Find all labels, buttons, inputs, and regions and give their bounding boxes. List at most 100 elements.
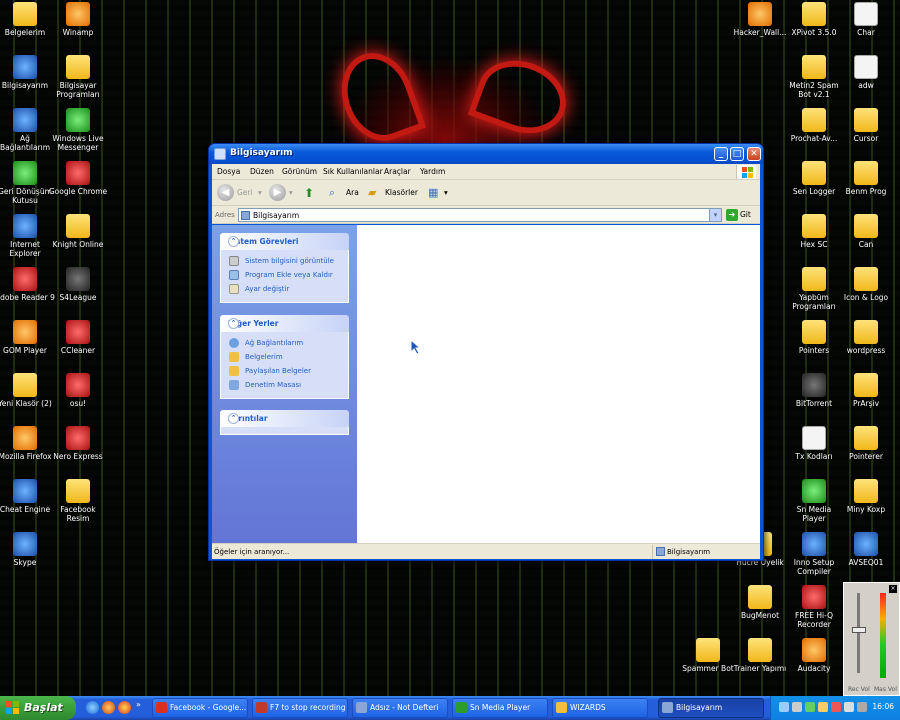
desktop-icon-adw[interactable]: adw	[836, 55, 896, 90]
desktop-icon-char[interactable]: Char	[836, 2, 896, 37]
desktop-icon-bugmenot[interactable]: BugMenot	[730, 585, 790, 620]
quicklaunch-expand-icon[interactable]: »	[136, 700, 141, 709]
desktop-icon-cursor[interactable]: Cursor	[836, 108, 896, 143]
desktop-icon-inno-setup[interactable]: Inno Setup Compiler	[784, 532, 844, 576]
menu-yardim[interactable]: Yardım	[420, 167, 445, 176]
desktop-icon-icon-logo[interactable]: Icon & Logo	[836, 267, 896, 302]
desktop-icon-gom-player[interactable]: GOM Player	[0, 320, 55, 355]
desktop-icon-can[interactable]: Can	[836, 214, 896, 249]
maximize-button[interactable]: □	[730, 147, 744, 161]
chrome-quicklaunch-icon[interactable]	[118, 701, 131, 714]
forward-dropdown-icon[interactable]: ▾	[289, 183, 293, 203]
desktop-icon-ccleaner[interactable]: CCleaner	[48, 320, 108, 355]
desktop-icon-skype[interactable]: Skype	[0, 532, 55, 567]
desktop-icon-winamp[interactable]: Winamp	[48, 2, 108, 37]
desktop-icon-sn-media-player[interactable]: Sn Media Player	[784, 479, 844, 523]
place-network-connections[interactable]: Ağ Bağlantılarım	[221, 336, 348, 350]
collapse-chevron-icon[interactable]: ⌃	[228, 318, 239, 329]
desktop-icon-xpivot[interactable]: XPivot 3.5.0	[784, 2, 844, 37]
desktop-icon-bilgisayarim[interactable]: Bilgisayarım	[0, 55, 55, 90]
file-list-area[interactable]	[357, 225, 760, 543]
up-folder-icon[interactable]: ⬆	[304, 183, 314, 203]
desktop-icon-s4league[interactable]: S4League	[48, 267, 108, 302]
desktop-icon-free-hq-recorder[interactable]: FREE Hi-Q Recorder	[784, 585, 844, 629]
desktop-icon-wordpress[interactable]: wordpress	[836, 320, 896, 355]
folders-icon[interactable]: ▰	[368, 183, 376, 203]
menu-gorunum[interactable]: Görünüm	[282, 167, 317, 176]
desktop-icon-bilgisayar-programlari[interactable]: Bilgisayar Programları	[48, 55, 108, 99]
desktop-icon-adobe-reader[interactable]: Adobe Reader 9	[0, 267, 55, 302]
taskbar-item[interactable]: WIZARDS	[552, 698, 648, 718]
go-button[interactable]: ➜ Git	[726, 208, 751, 222]
tray-icon[interactable]	[779, 702, 789, 712]
desktop-icon-miny-koxp[interactable]: Miny Koxp	[836, 479, 896, 514]
volume-tray-icon[interactable]	[844, 702, 854, 712]
desktop-icon-hex-sc[interactable]: Hex SC	[784, 214, 844, 249]
desktop-icon-cheat-engine[interactable]: Cheat Engine	[0, 479, 55, 514]
desktop-icon-google-chrome[interactable]: Google Chrome	[48, 161, 108, 196]
views-icon[interactable]: ▦	[428, 183, 438, 203]
task-change-setting[interactable]: Ayar değiştir	[221, 282, 348, 296]
window-titlebar[interactable]: Bilgisayarım _ □ ✕	[209, 144, 763, 164]
task-add-remove-programs[interactable]: Program Ekle veya Kaldır	[221, 268, 348, 282]
taskbar-item[interactable]: Adsız - Not Defteri	[352, 698, 448, 718]
rec-volume-slider[interactable]	[852, 627, 866, 633]
desktop-icon-osu[interactable]: osu!	[48, 373, 108, 408]
desktop-icon-mozilla-firefox[interactable]: Mozilla Firefox	[0, 426, 55, 461]
desktop-icon-nero-express[interactable]: Nero Express	[48, 426, 108, 461]
desktop-icon-belgelerim[interactable]: Belgelerim	[0, 2, 55, 37]
back-arrow-icon[interactable]: ◀	[217, 184, 234, 201]
views-dropdown-icon[interactable]: ▾	[444, 183, 448, 203]
taskbar-item[interactable]: Facebook - Google...	[152, 698, 248, 718]
desktop-icon-tx-kodlari[interactable]: Tx Kodları	[784, 426, 844, 461]
desktop-icon-windows-live-messenger[interactable]: Windows Live Messenger	[48, 108, 108, 152]
tray-icon[interactable]	[792, 702, 802, 712]
tray-icon[interactable]	[857, 702, 867, 712]
desktop-icon-metin2[interactable]: Metin2 Spam Bot v2.1	[784, 55, 844, 99]
desktop-icon-ag-baglantilarim[interactable]: Ağ Bağlantılarım	[0, 108, 55, 152]
desktop-icon-pointers[interactable]: Pointers	[784, 320, 844, 355]
place-my-documents[interactable]: Belgelerim	[221, 350, 348, 364]
menu-duzen[interactable]: Düzen	[250, 167, 274, 176]
taskbar-item[interactable]: F7 to stop recording	[252, 698, 348, 718]
menu-sik-kullanilanlar[interactable]: Sık Kullanılanlar	[323, 167, 383, 176]
desktop-icon-spammer-bot[interactable]: Spammer Bot	[678, 638, 738, 673]
desktop-icon-yeni-klasor[interactable]: Yeni Klasör (2)	[0, 373, 55, 408]
close-button[interactable]: ✕	[747, 147, 761, 161]
desktop-icon-prarsiv[interactable]: PrArşiv	[836, 373, 896, 408]
tray-icon[interactable]	[831, 702, 841, 712]
desktop-icon-avseq01[interactable]: AVSEQ01	[836, 532, 896, 567]
desktop-icon-sen-logger[interactable]: Sen Logger	[784, 161, 844, 196]
other-places-header[interactable]: Diğer Yerler ⌃	[220, 315, 349, 332]
desktop-icon-bittorrent[interactable]: BitTorrent	[784, 373, 844, 408]
search-button[interactable]: Ara	[346, 183, 359, 203]
collapse-chevron-icon[interactable]: ⌃	[228, 236, 239, 247]
menu-araclar[interactable]: Araçlar	[384, 167, 411, 176]
start-button[interactable]: Başlat	[0, 696, 76, 720]
desktop-icon-knight-online[interactable]: Knight Online	[48, 214, 108, 249]
rec-volume-track[interactable]	[857, 593, 860, 673]
desktop-icon-internet-explorer[interactable]: Internet Explorer	[0, 214, 55, 258]
search-icon[interactable]: ⌕	[329, 183, 335, 203]
desktop-icon-prochat[interactable]: Prochat-Av...	[784, 108, 844, 143]
minimize-button[interactable]: _	[714, 147, 728, 161]
folders-button[interactable]: Klasörler	[385, 183, 418, 203]
address-dropdown-icon[interactable]: ▾	[709, 209, 721, 221]
collapse-chevron-icon[interactable]: ⌃	[228, 413, 239, 424]
taskbar-item[interactable]: Bilgisayarım	[658, 698, 764, 718]
tray-icon[interactable]	[805, 702, 815, 712]
back-dropdown-icon[interactable]: ▾	[258, 183, 262, 203]
close-icon[interactable]: ×	[889, 585, 897, 593]
place-control-panel[interactable]: Denetim Masası	[221, 378, 348, 392]
menu-dosya[interactable]: Dosya	[217, 167, 240, 176]
desktop-icon-pointerer[interactable]: Pointerer	[836, 426, 896, 461]
place-shared-documents[interactable]: Paylaşılan Belgeler	[221, 364, 348, 378]
desktop-icon-benim-prog[interactable]: Benm Prog	[836, 161, 896, 196]
desktop-icon-audacity[interactable]: Audacity	[784, 638, 844, 673]
taskbar-item[interactable]: Sn Media Player	[452, 698, 548, 718]
address-field[interactable]: Bilgisayarım ▾	[238, 208, 722, 222]
desktop-icon-hacker-wall[interactable]: Hacker_Wall...	[730, 2, 790, 37]
desktop-icon-yapbum[interactable]: Yapbüm Programları	[784, 267, 844, 311]
details-header[interactable]: Ayrıntılar ⌃	[220, 410, 349, 427]
desktop-icon-trainer-yapimi[interactable]: Trainer Yapımı	[730, 638, 790, 673]
